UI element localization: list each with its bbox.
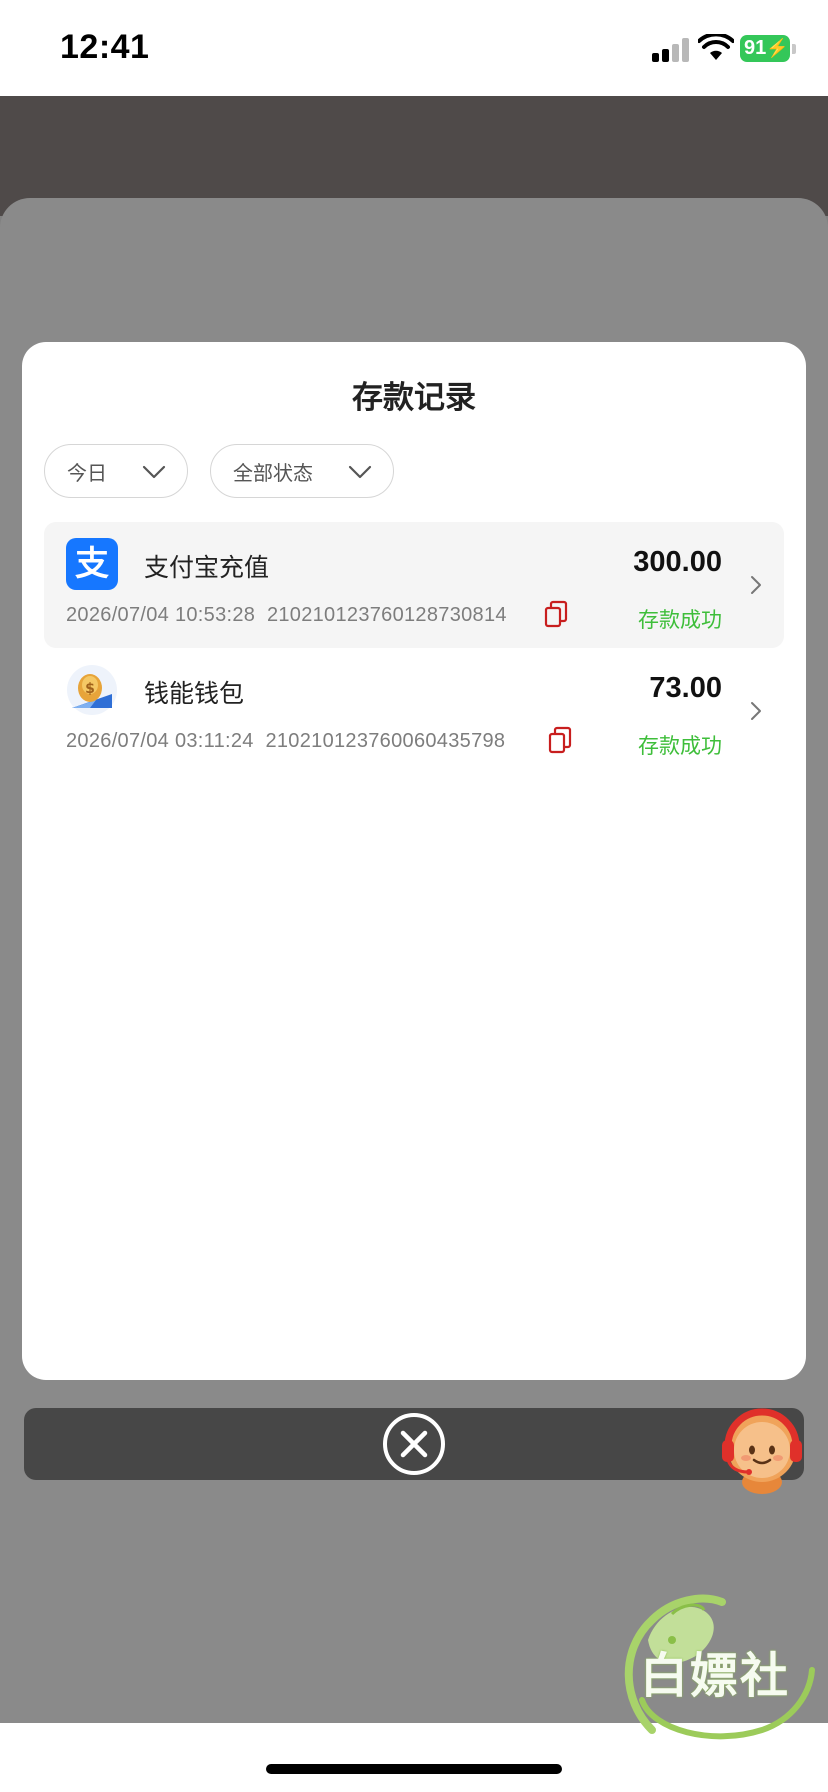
status-bar: 12:41 91⚡ [0,0,828,96]
battery-level: 91 [744,37,767,59]
record-name: 支付宝充值 [144,553,270,582]
copy-icon[interactable] [547,726,573,754]
screen: 12:41 91⚡ 存款记录 今日 全部状态 支 支付宝充值 300.00 20… [0,0,828,1792]
record-status: 存款成功 [638,608,722,632]
record-datetime: 2026/07/04 10:53:28 [66,604,256,626]
record-amount: 300.00 [633,546,722,578]
record-meta: 2026/07/04 03:11:24 21021012376006043579… [66,730,505,753]
watermark-text: 白嫖社 [640,1648,791,1704]
wifi-icon [698,34,734,60]
record-amount: 73.00 [649,672,722,704]
date-filter-dropdown[interactable]: 今日 [44,444,188,498]
deposit-record-row[interactable]: $ 钱能钱包 73.00 2026/07/04 03:11:24 2102101… [44,648,784,774]
record-order-id: 210210123760060435798 [265,730,506,752]
home-indicator[interactable] [266,1764,562,1774]
copy-icon[interactable] [543,600,569,628]
svg-text:$: $ [85,681,95,697]
chevron-down-icon [348,465,372,479]
charging-bolt-icon: ⚡ [766,38,789,58]
customer-service-icon[interactable] [714,1402,810,1498]
wallet-icon: $ [67,665,117,715]
alipay-icon-glyph: 支 [75,544,109,584]
battery-indicator: 91⚡ [740,35,790,62]
date-filter-label: 今日 [67,460,107,485]
chevron-down-icon [142,465,166,479]
cellular-signal-icon [652,38,690,62]
alipay-icon: 支 [66,538,118,590]
record-status: 存款成功 [638,734,722,758]
status-filter-dropdown[interactable]: 全部状态 [210,444,394,498]
chevron-right-icon [751,576,761,594]
deposit-record-row[interactable]: 支 支付宝充值 300.00 2026/07/04 10:53:28 21021… [44,522,784,648]
record-order-id: 210210123760128730814 [266,604,507,626]
record-datetime: 2026/07/04 03:11:24 [66,730,254,752]
modal-title: 存款记录 [352,380,476,416]
record-meta: 2026/07/04 10:53:28 21021012376012873081… [66,604,507,627]
close-icon[interactable] [382,1412,446,1476]
chevron-right-icon [751,702,761,720]
status-time: 12:41 [60,28,150,66]
deposit-records-modal: 存款记录 今日 全部状态 支 支付宝充值 300.00 2026/07/04 1… [22,342,806,1380]
record-name: 钱能钱包 [144,679,245,708]
status-filter-label: 全部状态 [233,460,313,485]
battery-cap [792,44,796,54]
